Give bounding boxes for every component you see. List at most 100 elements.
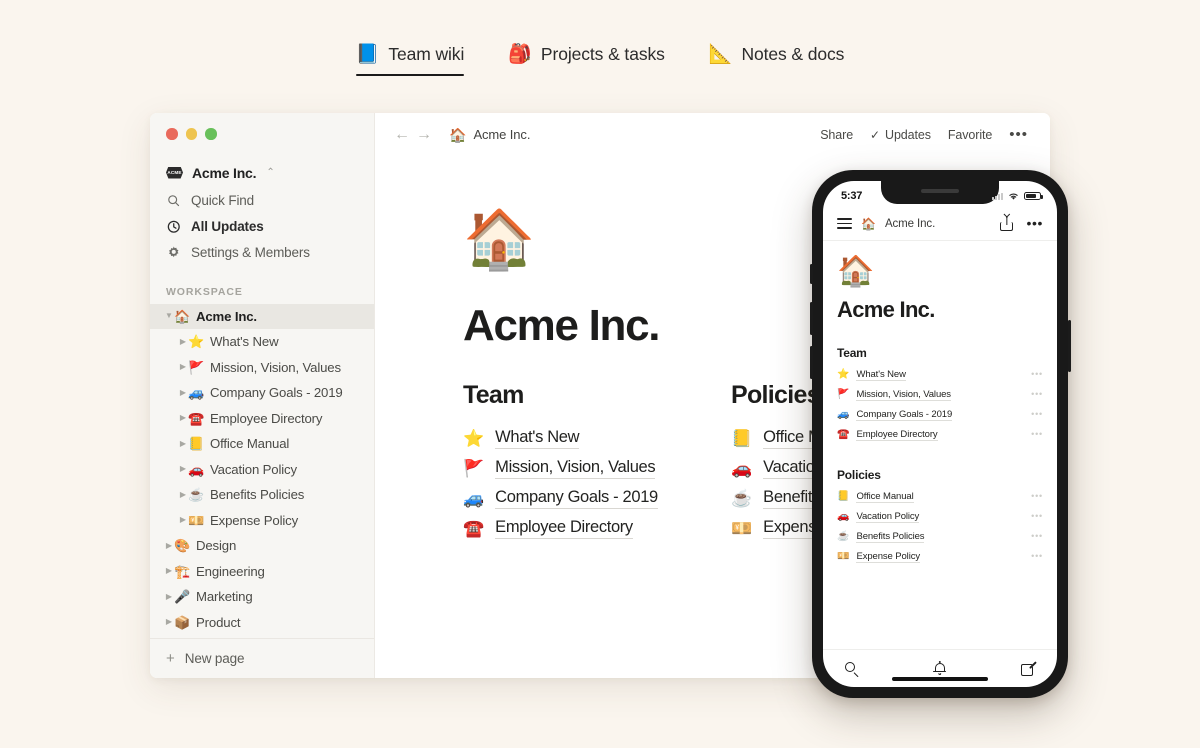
row-more-icon[interactable]: ••• [1031, 389, 1043, 399]
sidebar-item-settings-members[interactable]: Settings & Members [150, 240, 374, 266]
phone-link-expense-policy[interactable]: 💴 Expense Policy ••• [837, 547, 1043, 567]
triangular-ruler-icon: 📐 [708, 44, 733, 65]
chevron-right-icon[interactable]: ▶ [178, 414, 188, 422]
sidebar-item-quick-find[interactable]: Quick Find [150, 188, 374, 214]
back-button[interactable]: ← [391, 126, 413, 143]
tab-projects-tasks[interactable]: 🎒 Projects & tasks [508, 44, 665, 76]
tree-item-office-manual[interactable]: ▶ 📒 Office Manual [150, 431, 374, 457]
ledger-icon: 📒 [837, 491, 850, 502]
phone-topbar: 🏠 Acme Inc. ••• [823, 207, 1057, 241]
chevron-right-icon[interactable]: ▶ [164, 618, 174, 626]
car-icon: 🚗 [837, 511, 850, 522]
tree-item-label: Mission, Vision, Values [210, 359, 341, 375]
tree-item-employee-directory[interactable]: ▶ ☎️ Employee Directory [150, 406, 374, 432]
chevron-down-icon[interactable]: ▼ [164, 312, 174, 320]
favorite-button[interactable]: Favorite [948, 128, 992, 142]
chevron-right-icon[interactable]: ▶ [178, 465, 188, 473]
page-link-whats-new[interactable]: ⭐ What's New [463, 423, 731, 453]
tree-item-label: Design [196, 538, 237, 554]
maximize-button[interactable] [205, 128, 217, 140]
power-button[interactable] [1067, 320, 1071, 372]
hamburger-menu-icon[interactable] [837, 215, 852, 232]
star-icon: ⭐ [837, 369, 850, 380]
phone-tab-notifications[interactable] [908, 660, 971, 676]
tree-item-expense-policy[interactable]: ▶ 💴 Expense Policy [150, 508, 374, 534]
page-link-company-goals-2019[interactable]: 🚙 Company Goals - 2019 [463, 483, 731, 513]
telephone-icon: ☎️ [463, 518, 485, 538]
tree-item-design[interactable]: ▶ 🎨 Design [150, 533, 374, 559]
chevron-right-icon[interactable]: ▶ [178, 490, 188, 499]
more-options-icon[interactable]: ••• [1009, 127, 1028, 142]
row-more-icon[interactable]: ••• [1031, 369, 1043, 379]
chevron-right-icon[interactable]: ▶ [178, 388, 188, 397]
row-more-icon[interactable]: ••• [1031, 409, 1043, 419]
car-icon: 🚗 [731, 458, 753, 478]
chevron-right-icon[interactable]: ▶ [164, 567, 174, 575]
tab-notes-docs[interactable]: 📐 Notes & docs [709, 44, 845, 76]
window-traffic-lights [150, 113, 374, 140]
tree-item-label: Marketing [196, 589, 253, 605]
breadcrumb[interactable]: 🏠 Acme Inc. [449, 127, 530, 142]
phone-link-employee-directory[interactable]: ☎️ Employee Directory ••• [837, 425, 1043, 445]
row-more-icon[interactable]: ••• [1031, 551, 1043, 561]
chevron-right-icon[interactable]: ▶ [178, 516, 188, 524]
column-team: Team ⭐ What's New 🚩 Mission, Vision, Val… [463, 381, 731, 543]
tree-item-engineering[interactable]: ▶ 🏗️ Engineering [150, 559, 374, 585]
coffee-icon: ☕ [837, 531, 850, 542]
row-more-icon[interactable]: ••• [1031, 531, 1043, 541]
home-indicator[interactable] [892, 677, 988, 681]
tree-item-whats-new[interactable]: ▶ ⭐ What's New [150, 329, 374, 355]
chevron-right-icon[interactable]: ▶ [164, 592, 174, 601]
more-options-icon[interactable]: ••• [1026, 216, 1043, 230]
volume-up-button[interactable] [809, 302, 813, 335]
share-button[interactable]: Share [820, 128, 853, 142]
page-link-employee-directory[interactable]: ☎️ Employee Directory [463, 513, 731, 543]
phone-link-whats-new[interactable]: ⭐ What's New ••• [837, 365, 1043, 385]
forward-button[interactable]: → [413, 126, 435, 143]
phone-tab-compose[interactable] [972, 659, 1043, 676]
acme-logo-text: ACME [167, 170, 182, 175]
chevron-right-icon[interactable]: ▶ [164, 541, 174, 550]
page-house-icon: 🏠 [837, 255, 875, 288]
mute-switch[interactable] [809, 264, 813, 284]
tree-item-marketing[interactable]: ▶ 🎤 Marketing [150, 584, 374, 610]
phone-link-vacation-policy[interactable]: 🚗 Vacation Policy ••• [837, 507, 1043, 527]
phone-link-office-manual[interactable]: 📒 Office Manual ••• [837, 487, 1043, 507]
volume-down-button[interactable] [809, 346, 813, 379]
tree-item-acme-inc[interactable]: ▼ 🏠 Acme Inc. [150, 303, 374, 329]
minimize-button[interactable] [185, 128, 197, 140]
phone-breadcrumb-label: Acme Inc. [884, 217, 936, 230]
tree-item-company-goals-2019[interactable]: ▶ 🚙 Company Goals - 2019 [150, 380, 374, 406]
page-link-mission-vision-values[interactable]: 🚩 Mission, Vision, Values [463, 453, 731, 483]
phone-tab-search[interactable] [845, 661, 908, 677]
close-button[interactable] [166, 128, 178, 140]
phone-link-label: Vacation Policy [856, 510, 920, 524]
updates-button[interactable]: ✓ Updates [870, 128, 931, 142]
sidebar-item-label: All Updates [191, 219, 264, 234]
chevron-right-icon[interactable]: ▶ [178, 439, 188, 448]
tree-item-label: What's New [210, 334, 279, 350]
search-icon [845, 661, 859, 677]
chevron-right-icon[interactable]: ▶ [178, 363, 188, 371]
check-icon: ✓ [870, 127, 881, 142]
blue-book-icon: 📘 [355, 44, 380, 65]
row-more-icon[interactable]: ••• [1031, 491, 1043, 501]
new-page-button[interactable]: + New page [150, 638, 374, 678]
sidebar-item-label: Quick Find [191, 193, 255, 208]
tree-item-benefits-policies[interactable]: ▶ ☕ Benefits Policies [150, 482, 374, 508]
phone-link-company-goals-2019[interactable]: 🚙 Company Goals - 2019 ••• [837, 405, 1043, 425]
tree-item-mission-vision-values[interactable]: ▶ 🚩 Mission, Vision, Values [150, 355, 374, 381]
phone-link-mission-vision-values[interactable]: 🚩 Mission, Vision, Values ••• [837, 385, 1043, 405]
row-more-icon[interactable]: ••• [1031, 429, 1043, 439]
share-icon[interactable] [1000, 216, 1014, 231]
tree-item-vacation-policy[interactable]: ▶ 🚗 Vacation Policy [150, 457, 374, 483]
tab-team-wiki[interactable]: 📘 Team wiki [355, 44, 464, 76]
row-more-icon[interactable]: ••• [1031, 511, 1043, 521]
tree-item-product[interactable]: ▶ 📦 Product [150, 610, 374, 636]
workspace-switcher[interactable]: ACME Acme Inc. ⌃ [150, 158, 374, 188]
telephone-icon: ☎️ [837, 429, 850, 440]
chevron-right-icon[interactable]: ▶ [178, 337, 188, 346]
page-emoji-icon: 🎤 [174, 589, 191, 605]
sidebar-item-all-updates[interactable]: All Updates [150, 214, 374, 240]
phone-link-benefits-policies[interactable]: ☕ Benefits Policies ••• [837, 527, 1043, 547]
